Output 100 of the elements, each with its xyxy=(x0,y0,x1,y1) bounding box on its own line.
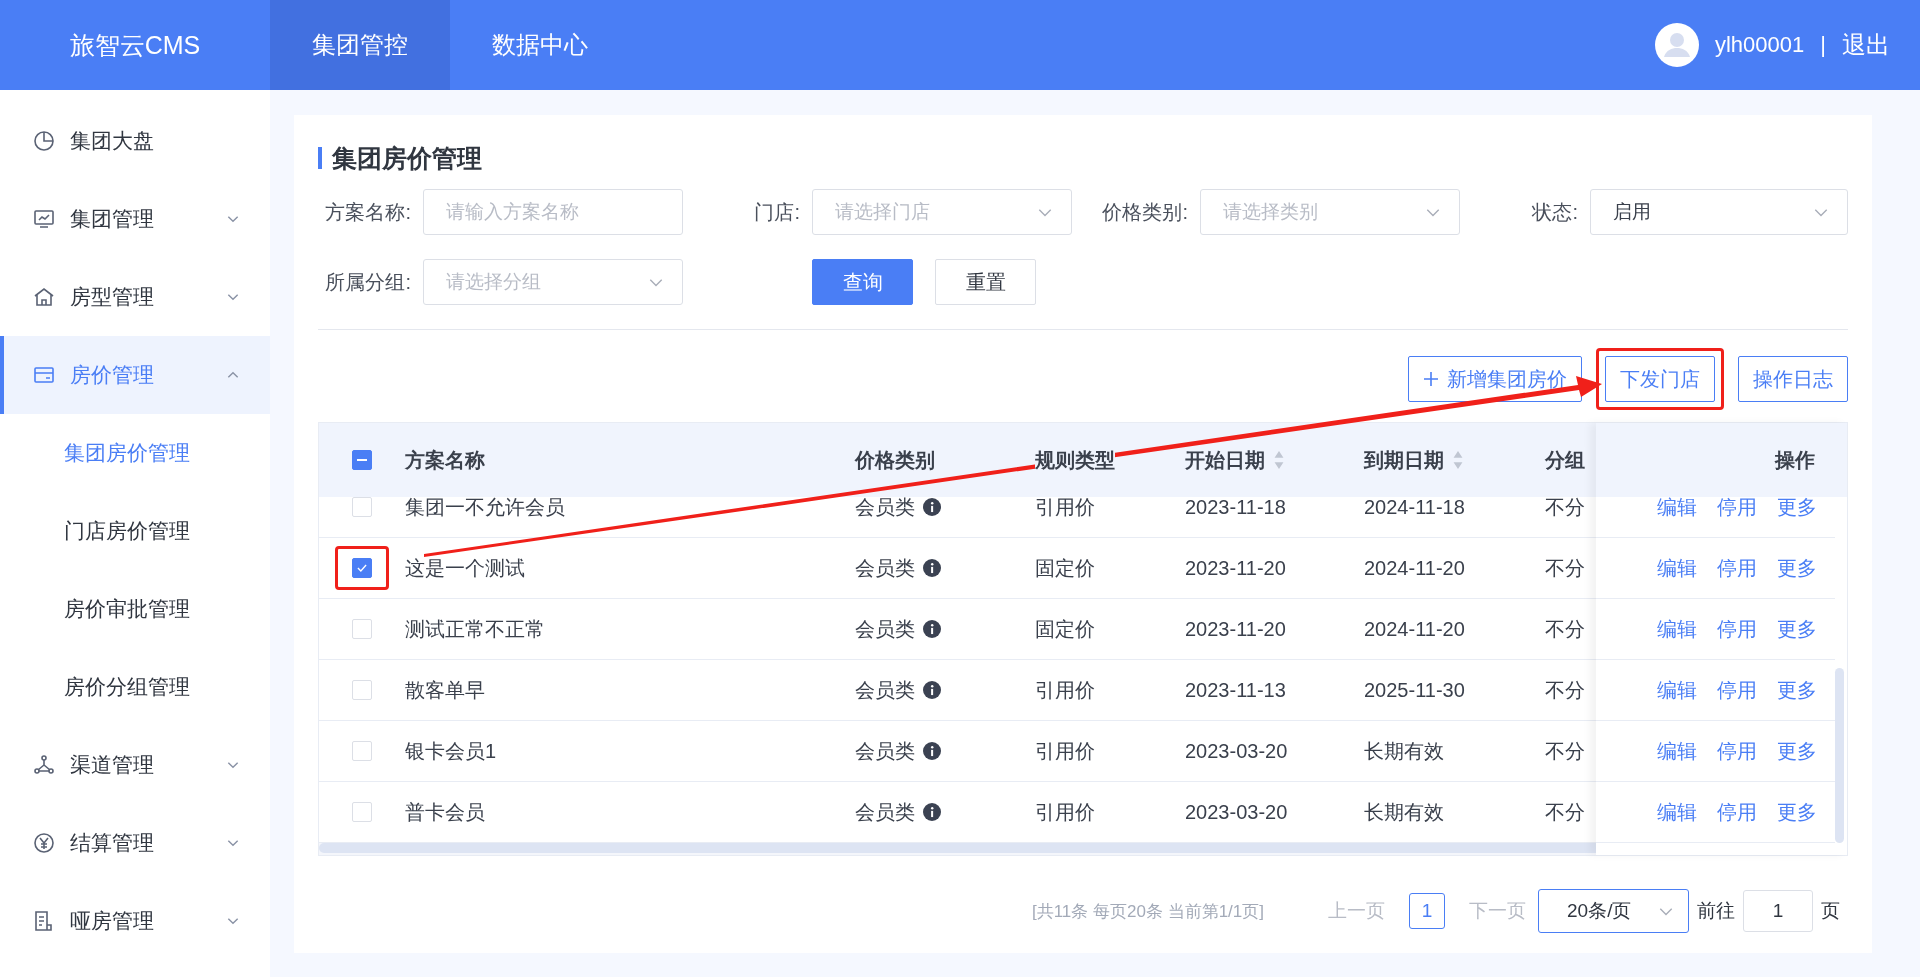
sidebar-item[interactable]: 集团管理 xyxy=(0,180,270,258)
page-input[interactable]: 1 xyxy=(1743,890,1813,932)
sidebar-item[interactable]: 渠道管理 xyxy=(0,726,270,804)
action-link[interactable]: 停用 xyxy=(1717,798,1757,826)
sidebar-subitem[interactable]: 集团房价管理 xyxy=(0,414,270,492)
table-cell-text: 银卡会员1 xyxy=(405,738,497,764)
sidebar-item[interactable]: 房价管理 xyxy=(0,336,270,414)
plus-icon xyxy=(1423,371,1439,387)
action-link[interactable]: 编辑 xyxy=(1657,497,1697,521)
info-icon[interactable] xyxy=(923,742,941,760)
add-button[interactable]: 新增集团房价 xyxy=(1408,356,1582,402)
goto-label: 前往 xyxy=(1697,899,1735,923)
info-icon[interactable] xyxy=(923,803,941,821)
filter-label: 所属分组: xyxy=(324,269,412,295)
scrollbar-thumb[interactable] xyxy=(319,843,1596,853)
table-cell-text: 测试正常不正常 xyxy=(405,616,545,642)
separator-text: | xyxy=(1820,32,1826,58)
action-link[interactable]: 更多 xyxy=(1777,615,1817,643)
nav-tab[interactable]: 数据中心 xyxy=(450,0,630,90)
column-header: 方案名称 xyxy=(405,446,485,474)
nav-tab[interactable]: 集团管控 xyxy=(270,0,450,90)
pie-chart-icon xyxy=(32,129,56,153)
action-link[interactable]: 停用 xyxy=(1717,737,1757,765)
filter-label: 门店: xyxy=(753,199,801,225)
action-link[interactable]: 编辑 xyxy=(1657,676,1697,704)
filter-label: 方案名称: xyxy=(324,199,412,225)
action-link[interactable]: 停用 xyxy=(1717,554,1757,582)
sidebar-item[interactable]: 房型管理 xyxy=(0,258,270,336)
sidebar-subitem[interactable]: 门店房价管理 xyxy=(0,492,270,570)
sidebar-item[interactable]: 集团大盘 xyxy=(0,102,270,180)
column-header: 开始日期 xyxy=(1185,446,1265,474)
scrollbar-thumb[interactable] xyxy=(1835,668,1844,843)
table-cell-text: 会员类 xyxy=(855,738,915,764)
table-cell-text: 固定价 xyxy=(1035,616,1095,642)
sidebar-subitem[interactable]: 房价分组管理 xyxy=(0,648,270,726)
table-cell: 2024-11-18 xyxy=(1364,497,1465,519)
action-link[interactable]: 更多 xyxy=(1777,798,1817,826)
table-cell-text: 引用价 xyxy=(1035,738,1095,764)
network-icon xyxy=(32,753,56,777)
table-cell-text: 会员类 xyxy=(855,677,915,703)
page-title: 集团房价管理 xyxy=(318,147,1848,169)
page-size-select[interactable]: 20条/页 xyxy=(1538,889,1689,933)
yen-icon xyxy=(32,831,56,855)
toolbar-button[interactable]: 操作日志 xyxy=(1738,356,1848,402)
info-icon[interactable] xyxy=(923,681,941,699)
table-cell-text: 普卡会员 xyxy=(405,799,485,825)
action-link[interactable]: 停用 xyxy=(1717,497,1757,521)
action-link[interactable]: 更多 xyxy=(1777,737,1817,765)
action-link[interactable]: 停用 xyxy=(1717,676,1757,704)
pagination-summary: [共11条 每页20条 当前第1/1页] xyxy=(1031,900,1264,923)
table-cell: 2023-11-13 xyxy=(1185,678,1286,702)
action-link[interactable]: 编辑 xyxy=(1657,798,1697,826)
table-cell-text: 不分 xyxy=(1545,799,1585,825)
action-link[interactable]: 更多 xyxy=(1777,497,1817,521)
sidebar-subitem[interactable]: 房价审批管理 xyxy=(0,570,270,648)
table-cell: 2023-11-20 xyxy=(1185,556,1286,580)
action-link[interactable]: 编辑 xyxy=(1657,737,1697,765)
table-cell-text: 会员类 xyxy=(855,616,915,642)
info-icon[interactable] xyxy=(923,498,941,516)
table-cell: 2024-11-20 xyxy=(1364,617,1465,641)
table-cell-text: 不分 xyxy=(1545,677,1585,703)
action-link[interactable]: 停用 xyxy=(1717,615,1757,643)
page-number[interactable]: 1 xyxy=(1409,893,1445,929)
action-link[interactable]: 更多 xyxy=(1777,554,1817,582)
table-cell-text: 长期有效 xyxy=(1364,738,1444,764)
select-field[interactable]: 启用 xyxy=(1590,189,1848,235)
table-cell-text: 这是一个测试 xyxy=(405,555,525,581)
table-cell-text: 会员类 xyxy=(855,799,915,825)
table-cell-text: 不分 xyxy=(1545,616,1585,642)
table-cell-text: 不分 xyxy=(1545,738,1585,764)
query-button[interactable]: 查询 xyxy=(812,259,913,305)
table-cell-text: 会员类 xyxy=(855,555,915,581)
sidebar-item[interactable]: 哑房管理 xyxy=(0,882,270,960)
filter-label: 状态: xyxy=(1531,199,1579,225)
username: ylh00001 xyxy=(1714,32,1805,58)
filter-label: 价格类别: xyxy=(1101,199,1189,225)
table-cell: 2023-11-20 xyxy=(1185,617,1286,641)
house-icon xyxy=(32,285,56,309)
action-link[interactable]: 编辑 xyxy=(1657,615,1697,643)
action-link[interactable]: 更多 xyxy=(1777,676,1817,704)
avatar-icon[interactable] xyxy=(1654,23,1699,67)
row-checkbox[interactable] xyxy=(352,558,372,578)
table-cell-text: 散客单早 xyxy=(405,677,485,703)
table-cell: 2023-03-20 xyxy=(1185,739,1288,763)
toolbar-button[interactable]: 下发门店 xyxy=(1605,356,1715,402)
table-cell-text: 不分 xyxy=(1545,555,1585,581)
info-icon[interactable] xyxy=(923,559,941,577)
table-cell: 2023-03-20 xyxy=(1185,800,1288,824)
table-cell: 2025-11-30 xyxy=(1364,678,1465,702)
column-header: 操作 xyxy=(1775,447,1815,473)
page-suffix: 页 xyxy=(1821,899,1840,923)
logout-link[interactable]: 退出 xyxy=(1842,29,1890,61)
monitor-icon xyxy=(32,207,56,231)
select-all-checkbox[interactable] xyxy=(352,450,372,470)
reset-button[interactable]: 重置 xyxy=(935,259,1036,305)
sidebar-item[interactable]: 结算管理 xyxy=(0,804,270,882)
table-cell: 2023-11-18 xyxy=(1185,497,1286,519)
table-cell-text: 固定价 xyxy=(1035,555,1095,581)
info-icon[interactable] xyxy=(923,620,941,638)
action-link[interactable]: 编辑 xyxy=(1657,554,1697,582)
